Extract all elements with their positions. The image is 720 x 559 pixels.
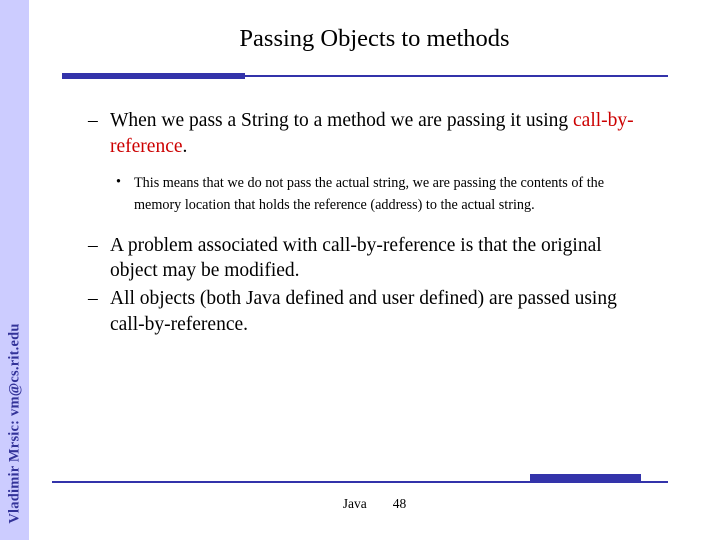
bullet-text: All objects (both Java defined and user …	[110, 288, 617, 335]
slide-footer: Java 48	[29, 496, 720, 512]
footer-label: Java	[342, 496, 367, 511]
bullet-marker-dash: –	[88, 234, 98, 256]
bullet-text: When we pass a String to a method we are…	[110, 110, 634, 157]
sidebar-author-label: Vladimir Mrsic: vm@cs.rit.edu	[6, 323, 23, 524]
bullet-marker-dash: –	[88, 110, 98, 131]
bullet-level1: – When we pass a String to a method we a…	[88, 108, 648, 159]
sub-bullet-group: • This means that we do not pass the act…	[88, 173, 648, 216]
title-rule-thick	[62, 73, 245, 79]
bullet-level1: – A problem associated with call-by-refe…	[88, 233, 648, 284]
slide: Vladimir Mrsic: vm@cs.rit.edu Passing Ob…	[0, 0, 720, 540]
page-number: 48	[392, 496, 407, 511]
bullet-marker-dash: –	[88, 288, 98, 310]
bullet-text-part: When we pass a String to a method we are…	[110, 110, 574, 131]
bullet-level1: – All objects (both Java defined and use…	[88, 286, 648, 337]
footer-rule-thick	[530, 474, 641, 483]
page-title: Passing Objects to methods	[239, 25, 510, 52]
bullet-text: This means that we do not pass the actua…	[134, 175, 605, 214]
slide-body: – When we pass a String to a method we a…	[88, 108, 648, 340]
bullet-level2: • This means that we do not pass the act…	[116, 173, 648, 216]
sidebar-author-text: Vladimir Mrsic: vm@cs.rit.edu	[0, 0, 29, 540]
bullet-text-part: .	[182, 135, 188, 157]
bullet-marker-dot: •	[116, 174, 121, 191]
bullet-text: A problem associated with call-by-refere…	[110, 234, 602, 282]
